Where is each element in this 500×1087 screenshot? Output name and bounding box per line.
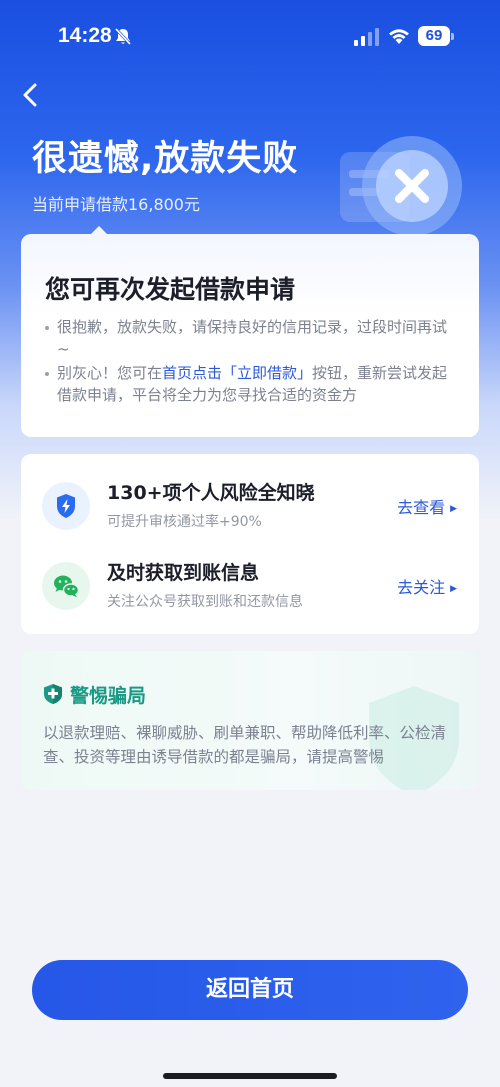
service-title: 及时获取到账信息: [107, 562, 260, 584]
page-title: 很遗憾,放款失败: [32, 139, 299, 179]
home-apply-hint: 首页点击「立即借款」: [162, 364, 313, 382]
view-link[interactable]: 去查看 ▶: [397, 494, 457, 518]
risk-report-row[interactable]: 130+项个人风险全知晓 可提升审核通过率+90% 去查看 ▶: [21, 474, 479, 544]
back-arrow-icon[interactable]: [16, 80, 46, 110]
service-title: 130+项个人风险全知晓: [107, 482, 315, 504]
return-home-button[interactable]: 返回首页: [32, 960, 468, 1020]
triangle-right-icon: ▶: [450, 584, 457, 594]
battery-level: 69: [418, 26, 450, 46]
service-description: 关注公众号获取到账和还款信息: [107, 594, 303, 610]
wechat-icon: [54, 575, 80, 597]
status-bar: 14:28 69: [0, 0, 500, 70]
home-indicator: [163, 1073, 337, 1079]
follow-link[interactable]: 去关注 ▶: [397, 574, 457, 598]
wifi-icon: [389, 29, 409, 44]
triangle-right-icon: ▶: [450, 504, 457, 514]
status-time: 14:28: [58, 24, 112, 47]
battery-indicator: 69: [418, 25, 454, 47]
bell-off-icon: [114, 27, 132, 46]
tip-item: 别灰心！您可在首页点击「立即借款」按钮，重新尝试发起借款申请，平台将全力为您寻找…: [45, 362, 459, 406]
shield-check-icon: [44, 684, 62, 704]
fraud-warning-card: 警惕骗局 以退款理赔、裸聊威胁、刷单兼职、帮助降低利率、公检清查、投资等理由诱导…: [21, 651, 479, 790]
tip-item: 很抱歉，放款失败，请保持良好的信用记录，过段时间再试~: [45, 316, 459, 360]
follow-account-row[interactable]: 及时获取到账信息 关注公众号获取到账和还款信息 去关注 ▶: [21, 554, 479, 624]
cellular-signal-icon: [354, 28, 379, 46]
warning-title: 警惕骗局: [70, 685, 147, 707]
shield-bolt-icon: [57, 494, 75, 518]
warning-text: 以退款理赔、裸聊威胁、刷单兼职、帮助降低利率、公检清查、投资等理由诱导借款的都是…: [43, 724, 447, 766]
failure-card-illustration: [340, 136, 462, 236]
service-description: 可提升审核通过率+90%: [107, 514, 262, 530]
reapply-title: 您可再次发起借款申请: [45, 275, 296, 304]
loan-amount-subtitle: 当前申请借款16,800元: [32, 195, 200, 214]
reapply-card: 您可再次发起借款申请 很抱歉，放款失败，请保持良好的信用记录，过段时间再试~ 别…: [21, 226, 479, 437]
services-card: 130+项个人风险全知晓 可提升审核通过率+90% 去查看 ▶ 及时获取到账信息 …: [21, 454, 479, 634]
